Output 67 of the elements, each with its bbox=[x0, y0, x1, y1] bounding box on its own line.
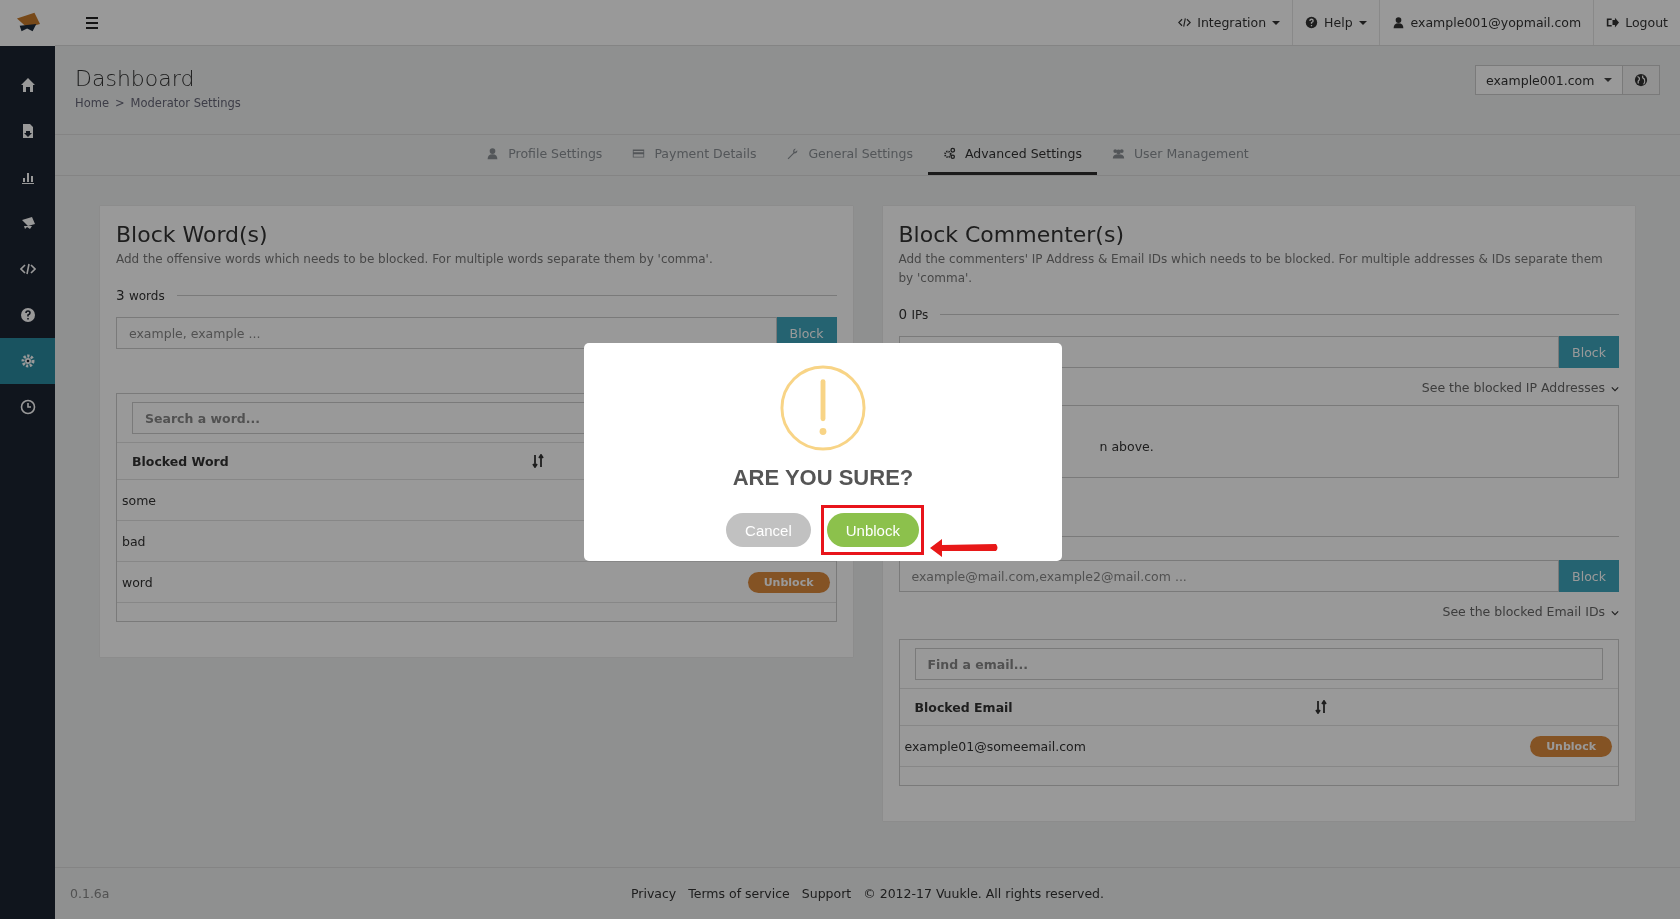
panel-title: Block Commenter(s) bbox=[898, 222, 1125, 247]
search-field[interactable]: Find a email... bbox=[914, 648, 1603, 680]
credit-card-icon bbox=[632, 147, 646, 160]
ip-count: 0 IPs bbox=[898, 306, 929, 322]
user-icon bbox=[486, 147, 500, 160]
breadcrumb-separator: > bbox=[114, 96, 125, 110]
copyright-text: © 2012-17 Vuukle. All rights reserved. bbox=[863, 886, 1105, 901]
top-menu-item[interactable]: Integration bbox=[1166, 0, 1293, 45]
chevron-icon bbox=[1611, 610, 1619, 616]
unblock-button[interactable]: Unblock bbox=[1530, 735, 1612, 757]
footer-link[interactable]: Terms of service bbox=[688, 886, 790, 901]
block-button[interactable]: Block bbox=[1559, 336, 1619, 368]
warning-icon bbox=[779, 364, 867, 452]
top-menu-item[interactable]: Help bbox=[1292, 0, 1379, 45]
email-input[interactable]: example@mail.com,example2@mail.com ... bbox=[898, 560, 1559, 592]
word-count: 3 words bbox=[116, 287, 165, 303]
chevron-icon bbox=[1611, 386, 1619, 392]
table-cell: some bbox=[122, 492, 157, 508]
breadcrumb-link[interactable]: Home bbox=[75, 96, 109, 110]
settings-tab[interactable]: Payment Details bbox=[617, 135, 772, 175]
footer-link[interactable]: Privacy bbox=[630, 886, 677, 901]
version-label: 0.1.6a bbox=[70, 886, 111, 901]
table-cell: bad bbox=[122, 533, 146, 549]
panel-title: Block Word(s) bbox=[116, 222, 269, 247]
blocked-ips-link[interactable]: See the blocked IP Addresses bbox=[1421, 380, 1619, 395]
top-menu-item[interactable]: Logout bbox=[1593, 0, 1680, 45]
home-icon bbox=[19, 77, 36, 93]
settings-tab[interactable]: General Settings bbox=[771, 135, 928, 175]
table-cell: word bbox=[122, 574, 153, 590]
sort-icon[interactable] bbox=[532, 454, 544, 468]
sort-icon[interactable] bbox=[1314, 700, 1327, 714]
cancel-button[interactable]: Cancel bbox=[726, 513, 811, 547]
block-button[interactable]: Block bbox=[1559, 560, 1619, 592]
code-icon bbox=[19, 261, 36, 277]
gears-icon bbox=[942, 147, 956, 160]
help-icon bbox=[1305, 16, 1319, 29]
code-icon bbox=[1178, 16, 1192, 29]
table-cell: example01@someemail.com bbox=[904, 738, 1086, 754]
wrench-icon bbox=[786, 147, 800, 160]
footer-link[interactable]: Support bbox=[801, 886, 852, 901]
settings-tab[interactable]: Profile Settings bbox=[471, 135, 618, 175]
settings-icon bbox=[19, 353, 36, 369]
column-header: Blocked Word bbox=[132, 453, 230, 469]
help-icon bbox=[19, 307, 36, 323]
settings-tab[interactable]: User Management bbox=[1096, 135, 1264, 175]
unblock-button[interactable]: Unblock bbox=[747, 571, 830, 593]
globe-button[interactable] bbox=[1623, 65, 1660, 95]
caret-icon bbox=[1604, 78, 1612, 82]
blocked-emails-link[interactable]: See the blocked Email IDs bbox=[1442, 604, 1619, 619]
menu-icon[interactable] bbox=[86, 16, 98, 29]
breadcrumb-link[interactable]: Moderator Settings bbox=[130, 96, 241, 110]
user-icon bbox=[1391, 16, 1405, 29]
panel-description: Add the offensive words which needs to be blocked. For multiple words separate them by 'comma'. bbox=[116, 251, 714, 268]
column-header: Blocked Email bbox=[914, 699, 1014, 715]
users-icon bbox=[1111, 147, 1125, 160]
unblock-button[interactable]: Unblock bbox=[826, 513, 919, 547]
logout-icon bbox=[1606, 16, 1620, 29]
globe-icon bbox=[1634, 73, 1648, 87]
top-menu-item[interactable]: example001@yopmail.com bbox=[1378, 0, 1594, 45]
clock-icon bbox=[19, 399, 36, 415]
empty-message: n above. bbox=[1099, 439, 1154, 454]
dialog-title: ARE YOU SURE? bbox=[732, 465, 914, 491]
settings-tab[interactable]: Advanced Settings bbox=[927, 135, 1097, 175]
site-select[interactable]: example001.com bbox=[1475, 65, 1623, 95]
words-input[interactable]: example, example ... bbox=[116, 317, 777, 349]
page-title: Dashboard bbox=[75, 66, 196, 91]
panel-description: Add the commenters' IP Address & Email IDs which needs to be blocked. For multiple addresses & IDs separate them by 'comma'. bbox=[898, 251, 1604, 287]
